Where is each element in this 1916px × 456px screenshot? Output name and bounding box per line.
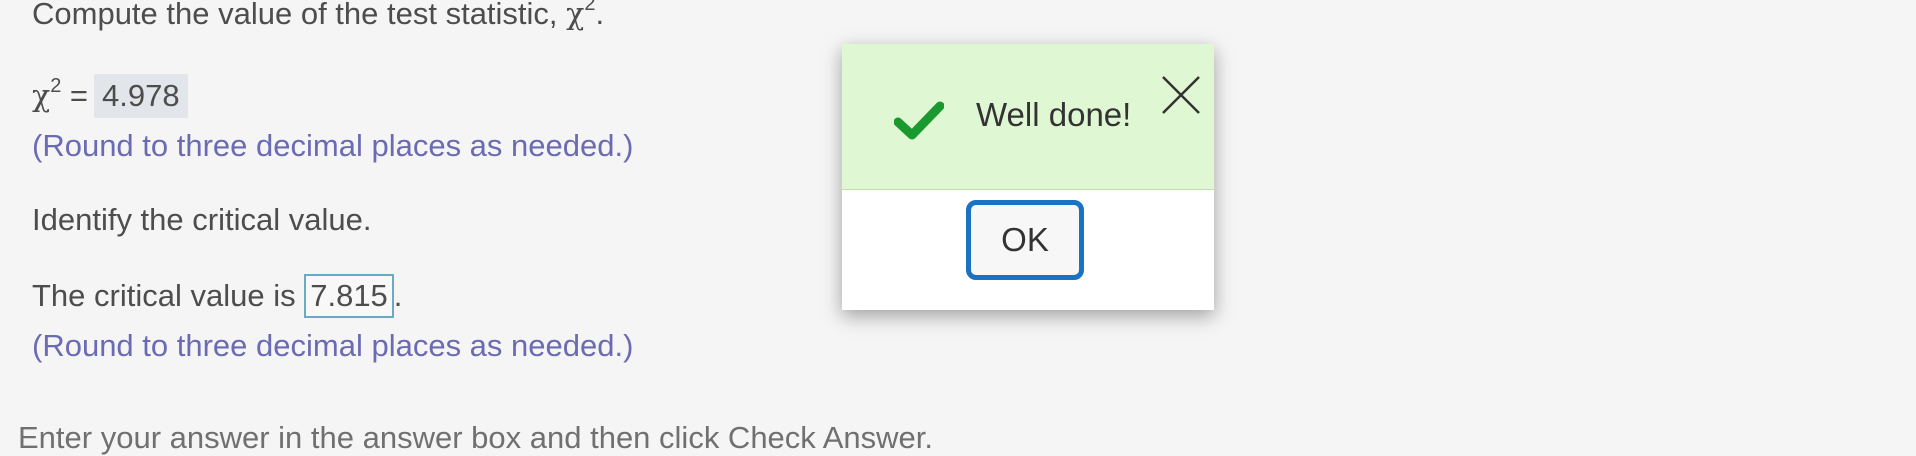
instruction-footer: Enter your answer in the answer box and …	[18, 420, 933, 455]
chi-symbol: χ	[566, 0, 585, 32]
identify-critical-prompt: Identify the critical value.	[32, 202, 372, 237]
chi-square-value-field[interactable]: 4.978	[94, 74, 188, 118]
round-hint: (Round to three decimal places as needed…	[32, 128, 634, 163]
round-hint: (Round to three decimal places as needed…	[32, 328, 634, 363]
checkmark-icon	[894, 101, 944, 140]
close-icon[interactable]	[1160, 74, 1202, 116]
compute-statistic-prompt: Compute the value of the test statistic,…	[32, 0, 604, 32]
critical-value-input[interactable]: 7.815	[304, 274, 394, 318]
success-message: Well done!	[976, 96, 1132, 133]
feedback-dialog: Well done! OK	[842, 44, 1214, 310]
chi-square-answer-line: χ2 = 4.978	[32, 74, 188, 118]
critical-value-line: The critical value is 7.815.	[32, 274, 402, 318]
dialog-header: Well done!	[842, 44, 1214, 190]
ok-button[interactable]: OK	[966, 200, 1084, 280]
